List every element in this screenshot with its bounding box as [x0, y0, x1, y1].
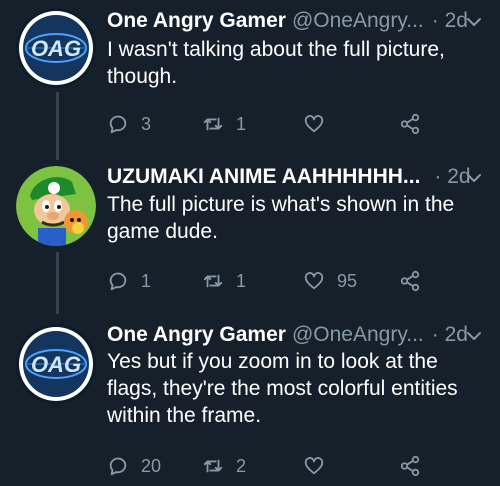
retweet-button[interactable]: 1 [202, 266, 246, 296]
like-button[interactable]: 95 [303, 266, 357, 296]
reply-count: 20 [141, 455, 162, 476]
chevron-down-icon[interactable] [464, 326, 484, 346]
svg-text:OAG: OAG [31, 352, 81, 377]
tweet-1[interactable]: OAG One Angry Gamer @OneAngry... · 2d I … [0, 0, 500, 150]
reply-icon [109, 272, 127, 291]
oag-logo-icon: OAG [16, 8, 96, 88]
tweet-3[interactable]: OAG One Angry Gamer @OneAngry... · 2d Ye… [0, 318, 500, 486]
reply-icon [109, 115, 127, 134]
reply-count: 1 [141, 270, 152, 291]
reply-count: 3 [141, 113, 152, 134]
retweet-count: 1 [236, 270, 247, 291]
author-handle[interactable]: @OneAngry... [292, 9, 424, 33]
like-count: 95 [337, 270, 358, 291]
like-button[interactable] [303, 109, 337, 139]
share-icon [400, 270, 420, 292]
retweet-icon [203, 459, 223, 473]
retweet-icon [203, 117, 223, 131]
chevron-down-icon[interactable] [464, 168, 484, 188]
heart-icon [304, 115, 324, 133]
oag-logo-icon: OAG [16, 324, 96, 404]
reply-button[interactable]: 1 [107, 266, 151, 296]
author-handle[interactable]: @OneAngry... [292, 323, 424, 347]
reply-button[interactable]: 3 [107, 109, 151, 139]
cartoon-avatar-icon [16, 166, 96, 246]
tweet-text: The full picture is what's shown in the … [107, 193, 455, 243]
share-button[interactable] [399, 109, 421, 139]
reply-icon [109, 457, 127, 476]
avatar[interactable]: OAG [16, 8, 96, 88]
tweet-text: Yes but if you zoom in to look at the fl… [107, 350, 458, 427]
reply-button[interactable]: 20 [107, 451, 161, 481]
retweet-count: 2 [236, 455, 247, 476]
timestamp[interactable]: · 2d [432, 9, 468, 33]
author-name[interactable]: One Angry Gamer [107, 9, 286, 33]
tweet-text: I wasn't talking about the full picture,… [107, 38, 445, 88]
like-button[interactable] [303, 451, 337, 481]
timestamp[interactable]: · 2d [432, 323, 468, 347]
avatar[interactable]: OAG [16, 324, 96, 404]
retweet-button[interactable]: 1 [202, 109, 246, 139]
share-icon [400, 455, 420, 477]
retweet-button[interactable]: 2 [202, 451, 246, 481]
share-button[interactable] [399, 266, 421, 296]
avatar[interactable] [16, 166, 96, 246]
svg-text:OAG: OAG [31, 36, 81, 61]
heart-icon [304, 272, 324, 290]
retweet-icon [203, 274, 223, 288]
chevron-down-icon[interactable] [464, 12, 484, 32]
share-button[interactable] [399, 451, 421, 481]
retweet-count: 1 [236, 113, 247, 134]
author-name[interactable]: UZUMAKI ANIME AAHHHHHH... [107, 165, 420, 189]
heart-icon [304, 457, 324, 475]
tweet-2[interactable]: UZUMAKI ANIME AAHHHHHH... · 2d The full … [0, 160, 500, 310]
share-icon [400, 113, 420, 135]
author-name[interactable]: One Angry Gamer [107, 323, 286, 347]
